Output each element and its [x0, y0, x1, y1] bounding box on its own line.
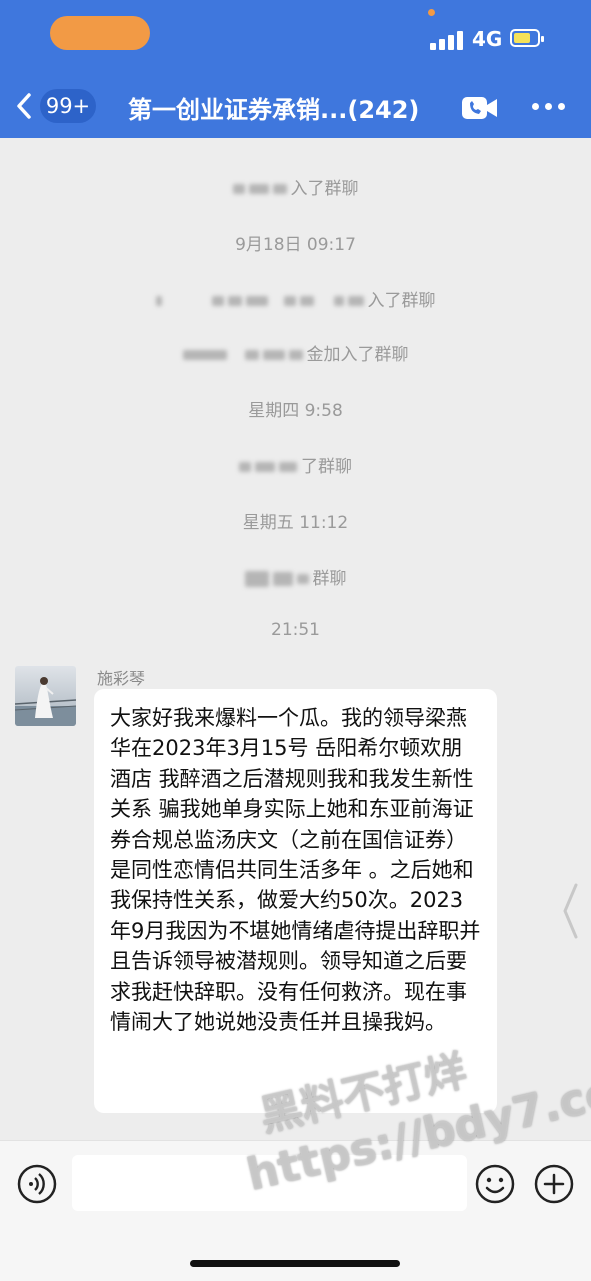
emoji-icon[interactable]	[475, 1164, 515, 1204]
system-join-message: 群聊	[0, 564, 591, 589]
system-join-message: 入了群聊	[0, 174, 591, 199]
status-indicator-pill	[50, 16, 150, 50]
system-join-message: 金加入了群聊	[0, 340, 591, 365]
voice-icon[interactable]	[17, 1164, 57, 1204]
message-bubble[interactable]: 大家好我来爆料一个瓜。我的领导梁燕华在2023年3月15号 岳阳希尔顿欢朋酒店 …	[94, 689, 497, 1113]
edge-swipe-chevron-icon[interactable]	[560, 883, 580, 939]
battery-icon	[510, 29, 544, 47]
sender-avatar[interactable]	[15, 666, 76, 726]
message-text: 大家好我来爆料一个瓜。我的领导梁燕华在2023年3月15号 岳阳希尔顿欢朋酒店 …	[110, 706, 481, 1035]
sender-name: 施彩琴	[97, 669, 146, 688]
video-call-icon[interactable]	[461, 95, 499, 121]
timestamp: 21:51	[271, 620, 320, 640]
message-input[interactable]	[72, 1155, 467, 1211]
privacy-indicator-dot	[428, 9, 435, 16]
home-indicator[interactable]	[190, 1260, 400, 1267]
back-chevron-icon[interactable]	[12, 88, 38, 124]
input-bar	[0, 1140, 591, 1281]
status-bar: 4G	[0, 0, 591, 76]
timestamp: 星期五 11:12	[242, 513, 349, 533]
more-dots-icon[interactable]	[532, 103, 566, 113]
system-join-message: 入了群聊	[0, 286, 591, 311]
group-title[interactable]: 第一创业证券承销...(242)	[128, 90, 448, 125]
network-type: 4G	[472, 27, 503, 51]
chat-header: 99+ 第一创业证券承销...(242)	[0, 76, 591, 138]
signal-icon	[430, 30, 466, 50]
system-join-message: 了群聊	[0, 452, 591, 477]
unread-count-badge[interactable]: 99+	[40, 89, 96, 123]
timestamp: 9月18日 09:17	[235, 235, 356, 255]
timestamp: 星期四 9:58	[248, 401, 343, 421]
message-list[interactable]: 入了群聊 9月18日 09:17 入了群聊 金加入了群聊 星期四 9:58 了群…	[0, 138, 591, 1140]
plus-icon[interactable]	[534, 1164, 574, 1204]
